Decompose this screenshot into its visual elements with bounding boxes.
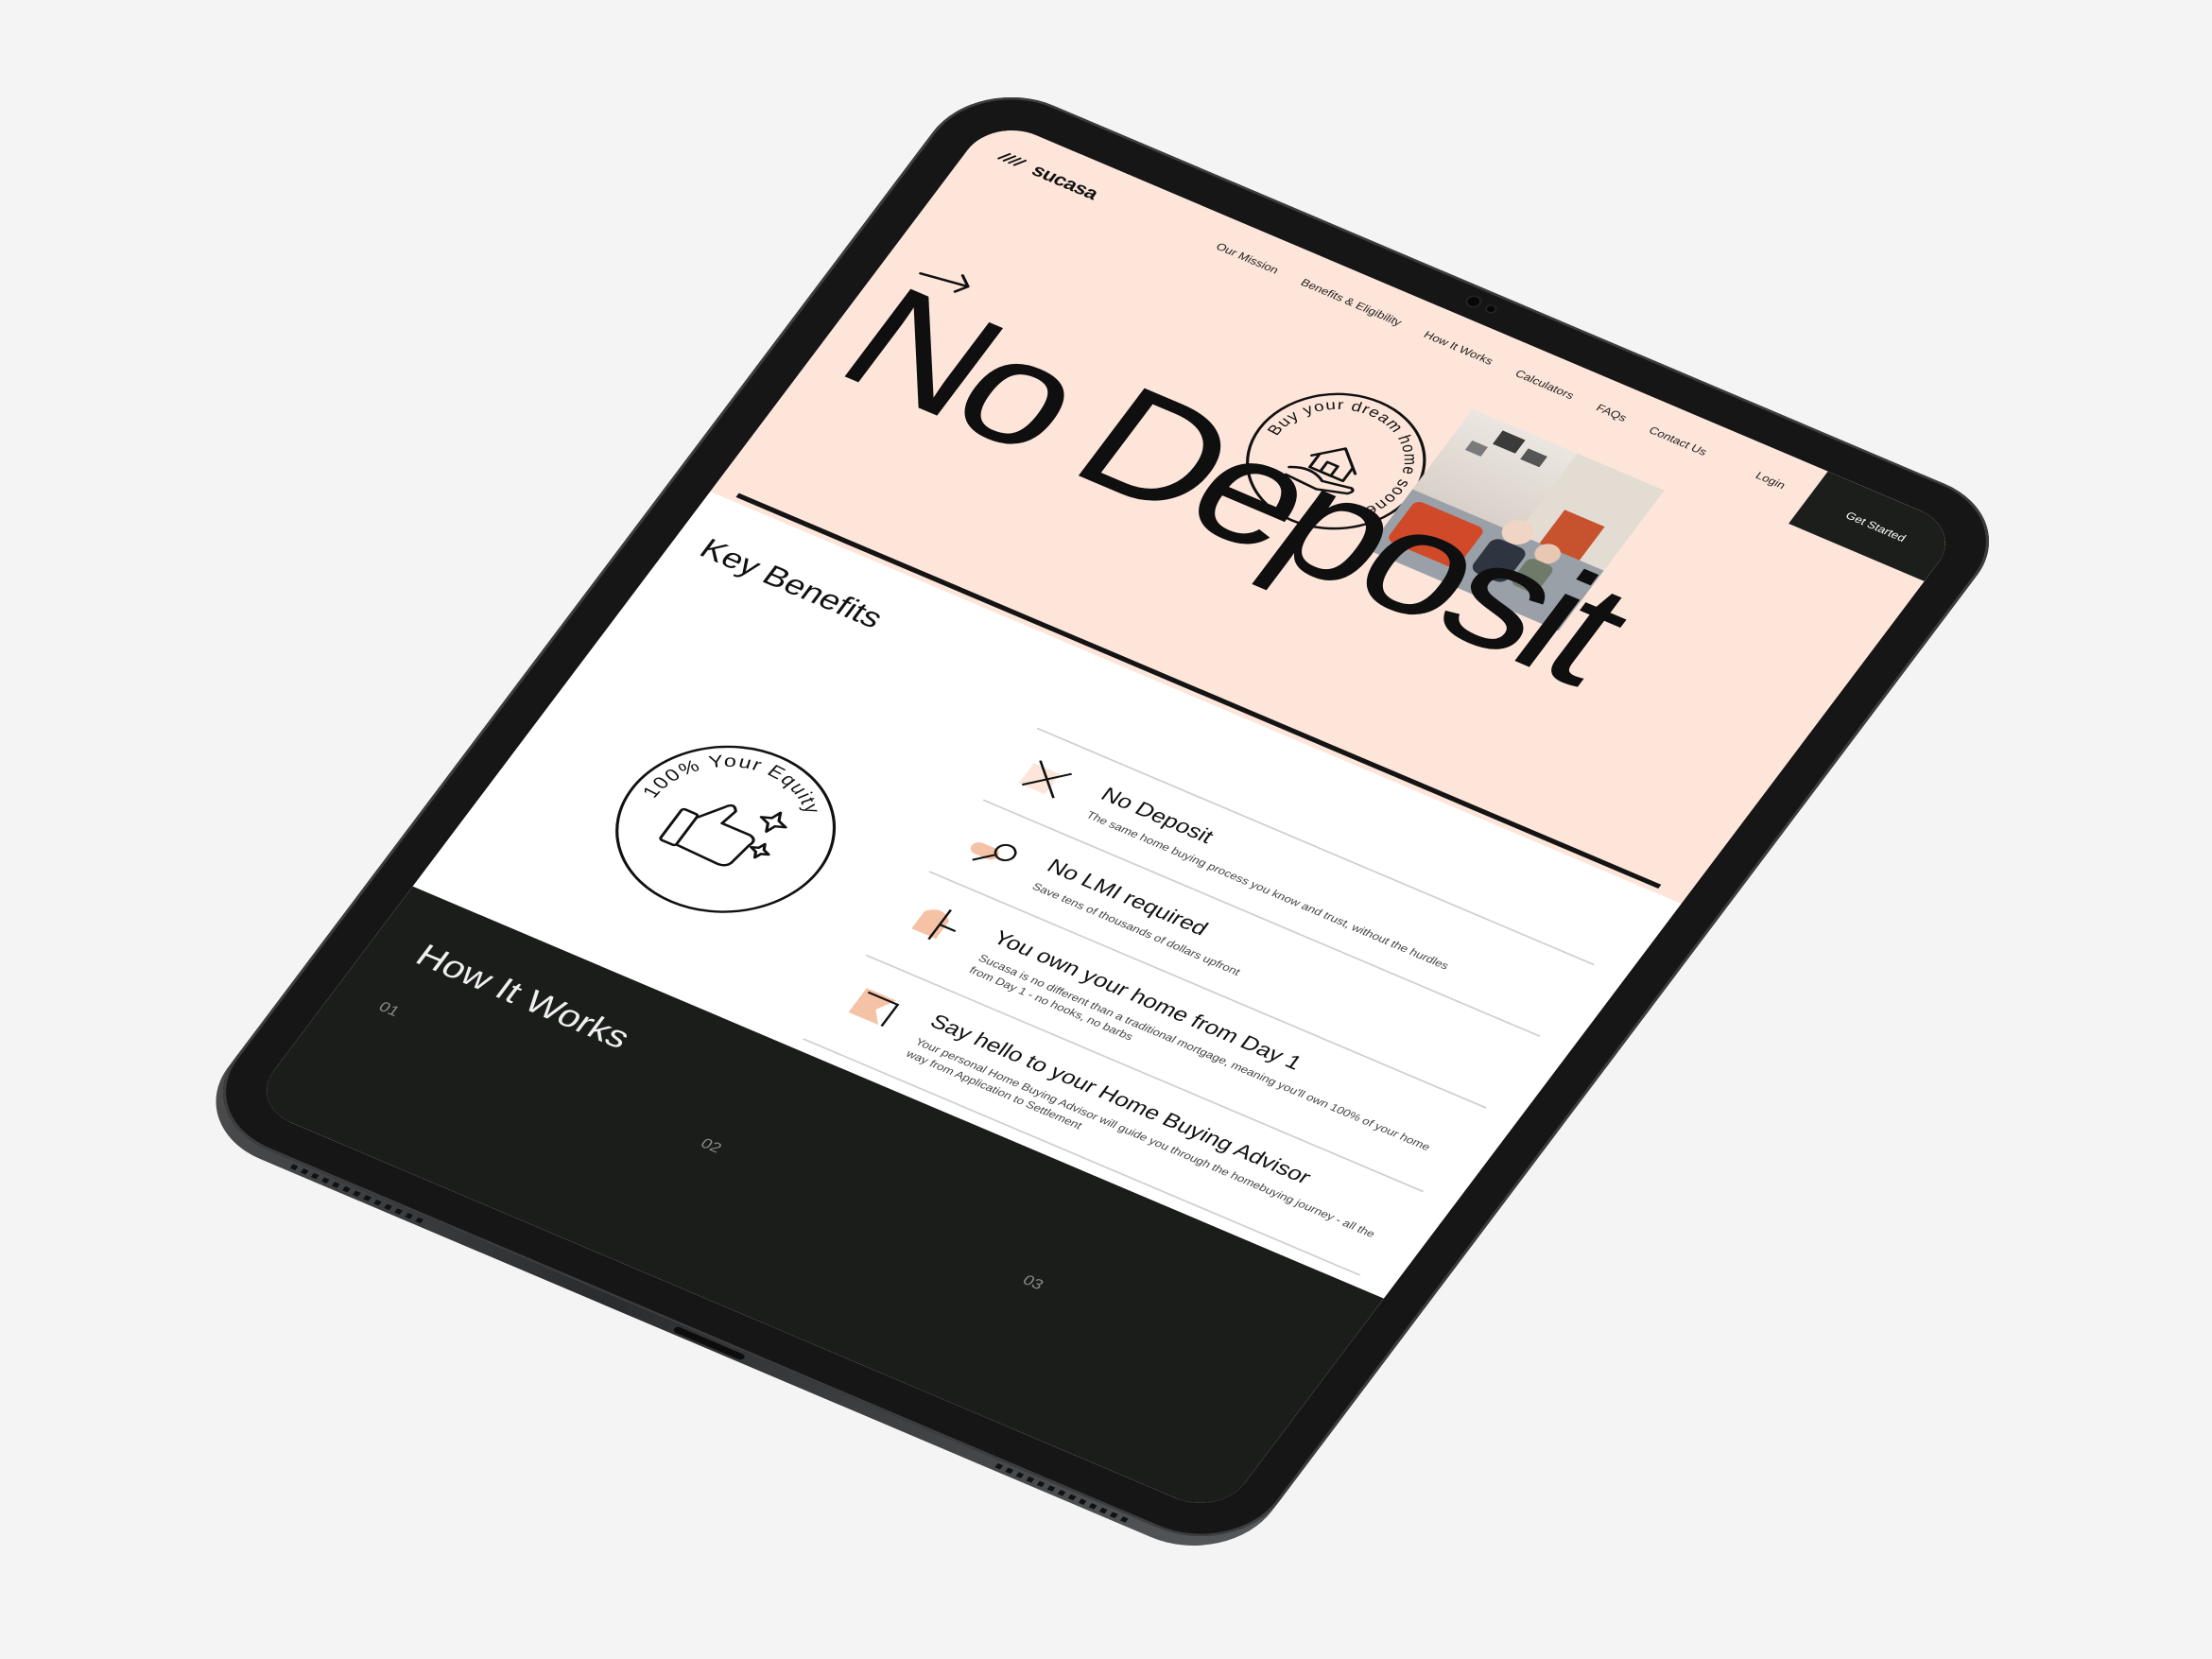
hero-title: No Deposit (810, 256, 1657, 713)
flag-shape-icon (848, 988, 900, 1028)
house-shape-icon (911, 909, 957, 941)
logo[interactable]: sucasa (992, 144, 1104, 205)
hero-section: sucasa Our Mission Benefits & Eligibilit… (710, 116, 1964, 905)
equity-badge: 100% Your Equity (615, 724, 841, 913)
step-number: 03 (1019, 1271, 1047, 1293)
get-started-button[interactable]: Get Started (1789, 471, 1964, 581)
mockup-stage: sucasa Our Mission Benefits & Eligibilit… (0, 0, 2212, 1659)
x-icon (1018, 760, 1073, 799)
nav-item-our-mission[interactable]: Our Mission (1214, 240, 1282, 276)
logo-mark-icon (996, 152, 1028, 166)
nav-item-benefits-eligibility[interactable]: Benefits & Eligibility (1298, 276, 1404, 328)
key-icon (970, 842, 1017, 862)
login-link[interactable]: Login (1753, 469, 1788, 491)
logo-text: sucasa (1028, 160, 1103, 204)
camera-icon (1465, 295, 1482, 308)
sensor-icon (1485, 304, 1497, 314)
nav-item-calculators[interactable]: Calculators (1512, 368, 1577, 402)
how-it-works-heading: How It Works (408, 938, 638, 1056)
device-bezel: sucasa Our Mission Benefits & Eligibilit… (190, 73, 2022, 1561)
step-number: 02 (697, 1134, 725, 1156)
device-screen: sucasa Our Mission Benefits & Eligibilit… (248, 116, 1964, 1517)
tablet-device: sucasa Our Mission Benefits & Eligibilit… (183, 73, 2022, 1570)
nav-item-how-it-works[interactable]: How It Works (1422, 329, 1496, 368)
nav-item-faqs[interactable]: FAQs (1594, 402, 1630, 423)
step-number: 01 (375, 998, 404, 1020)
nav-item-contact-us[interactable]: Contact Us (1647, 424, 1710, 458)
